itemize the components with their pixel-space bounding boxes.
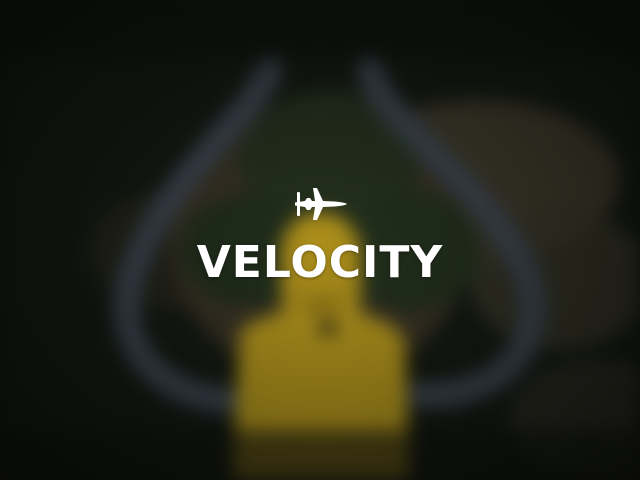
splash-branding: VELOCITY bbox=[0, 186, 640, 288]
splash-screen: VELOCITY bbox=[0, 0, 640, 480]
fighter-jet-icon bbox=[295, 188, 347, 220]
app-title: VELOCITY bbox=[196, 237, 444, 288]
